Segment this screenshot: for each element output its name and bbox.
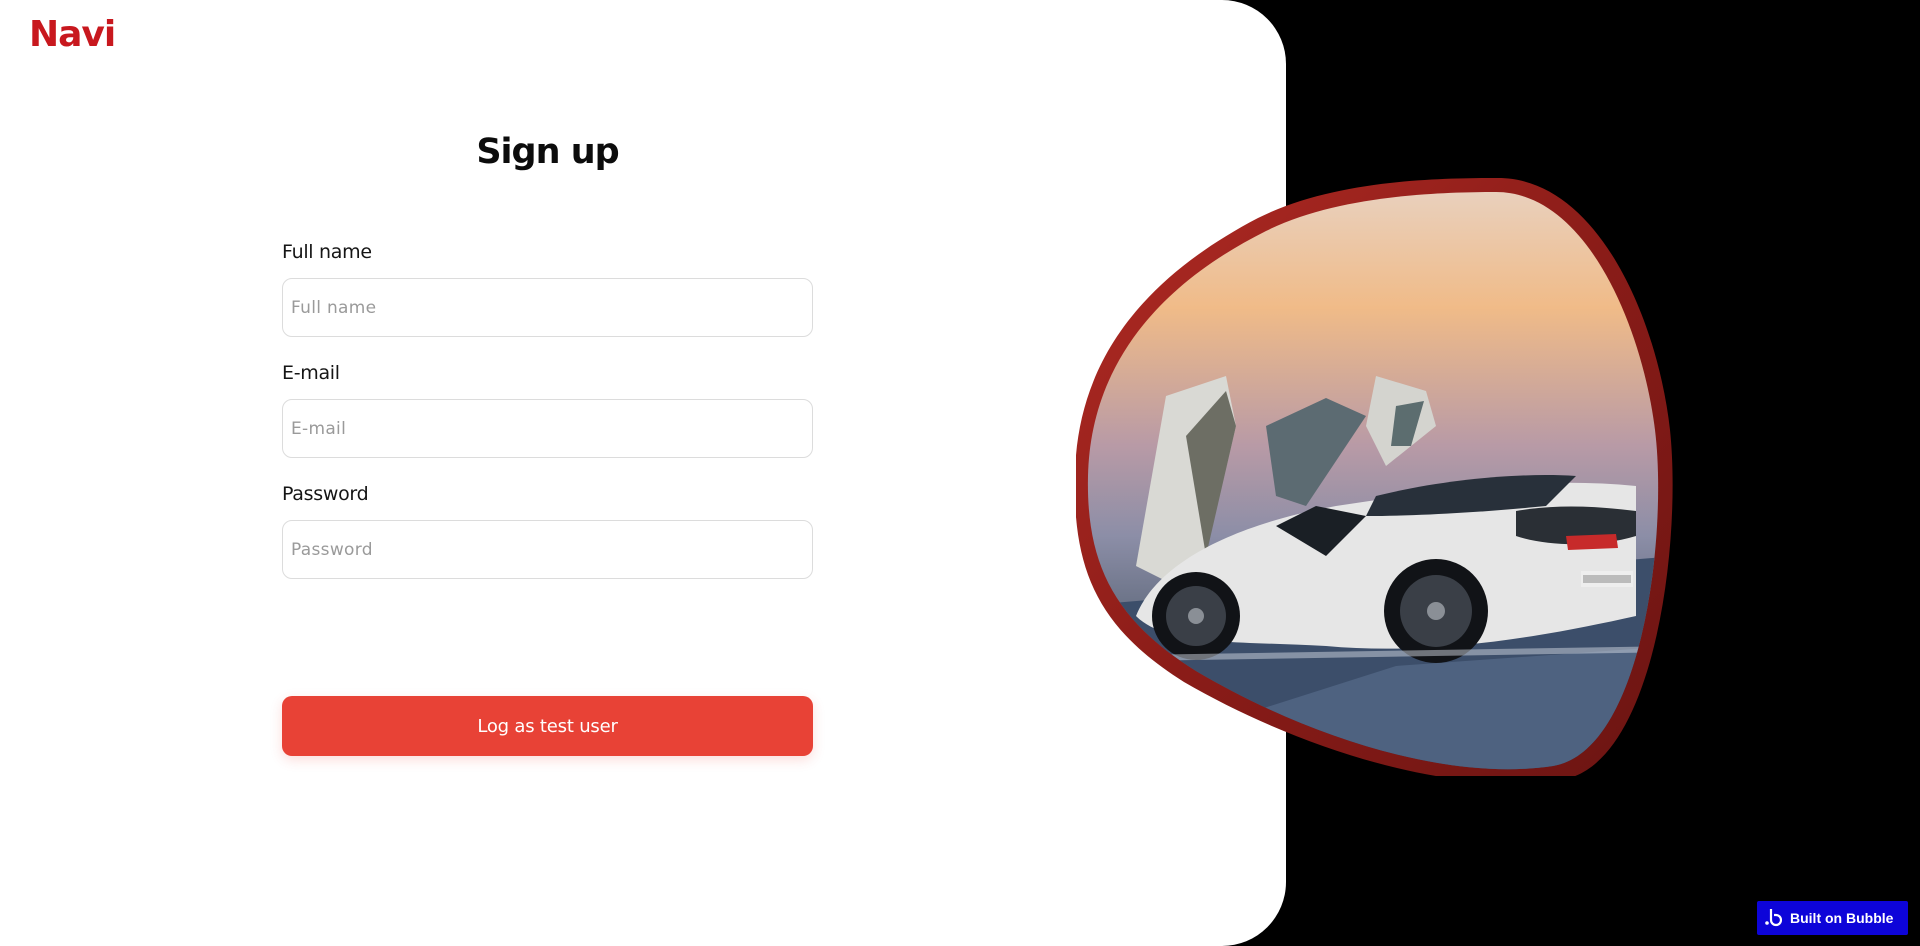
bubble-logo-icon: [1765, 909, 1782, 927]
sports-car-image: [1076, 178, 1673, 776]
full-name-input[interactable]: [282, 278, 813, 337]
email-label: E-mail: [282, 362, 340, 384]
password-label: Password: [282, 483, 369, 505]
built-on-bubble-label: Built on Bubble: [1790, 910, 1894, 926]
password-input[interactable]: [282, 520, 813, 579]
built-on-bubble-badge[interactable]: Built on Bubble: [1757, 901, 1908, 935]
log-as-test-user-button[interactable]: Log as test user: [282, 696, 813, 756]
navi-logo[interactable]: Navi: [29, 14, 116, 55]
full-name-label: Full name: [282, 241, 372, 263]
email-input[interactable]: [282, 399, 813, 458]
page-title: Sign up: [476, 132, 619, 172]
